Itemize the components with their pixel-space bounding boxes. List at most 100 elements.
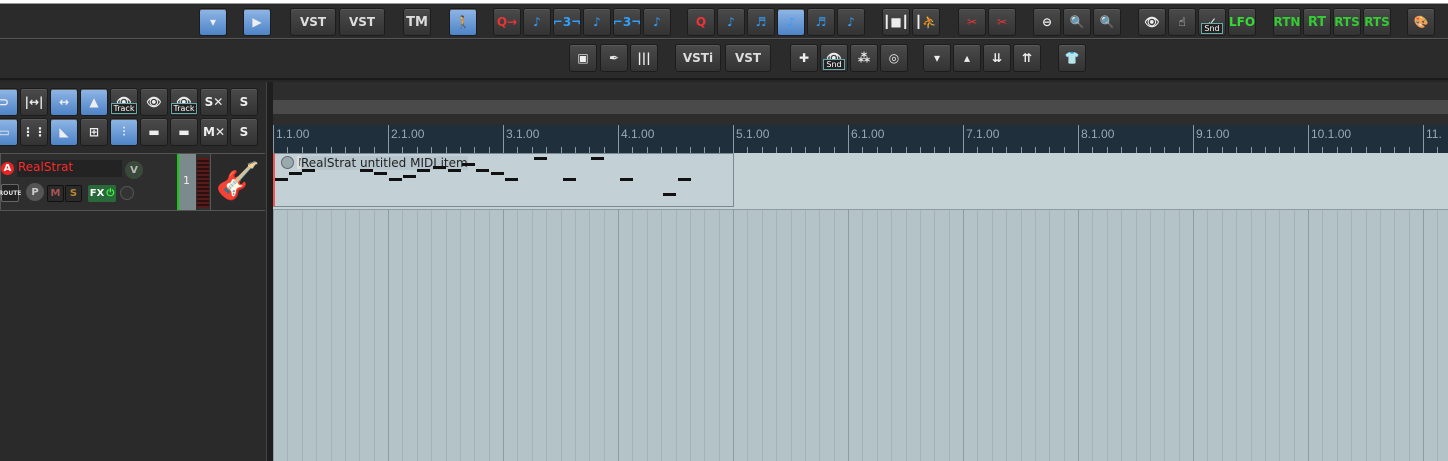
grid-triplet-button-1[interactable]: ♬ xyxy=(747,8,775,36)
snap-button[interactable]: |↔| xyxy=(20,88,48,116)
horizontal-scrollbar[interactable] xyxy=(273,100,1448,114)
note-button-1[interactable]: ♪ xyxy=(523,8,551,36)
vst-add-button[interactable]: VST xyxy=(725,44,771,72)
ruler-button[interactable]: ▭ xyxy=(0,118,18,146)
triplet-button-2[interactable]: ⌐3¬ xyxy=(613,8,641,36)
midi-note[interactable] xyxy=(417,169,431,172)
midi-note[interactable] xyxy=(533,157,547,160)
timeline-ruler[interactable]: 1.1.00 2.1.00 3.1.00 4.1.00 5.1.00 6.1.00 7.1.… xyxy=(273,125,1448,153)
rts-button-1[interactable]: RTS xyxy=(1333,8,1361,36)
eye-envelope-button[interactable]: 👁 xyxy=(1138,8,1166,36)
envelope-button[interactable]: ↔ xyxy=(50,88,78,116)
midi-note[interactable] xyxy=(490,172,504,175)
hanger-button[interactable]: 👕 xyxy=(1058,44,1086,72)
record-arm-button[interactable]: A xyxy=(1,162,14,175)
solo-clear-button[interactable]: S✕ xyxy=(200,88,228,116)
midi-note[interactable] xyxy=(275,178,288,181)
eye-send-button[interactable]: 👁 Snd xyxy=(820,44,848,72)
grid-note-button-2[interactable]: ♪ xyxy=(777,8,805,36)
node-button[interactable]: ⁂ xyxy=(850,44,878,72)
grid-note-button-1[interactable]: ♪ xyxy=(717,8,745,36)
midi-note[interactable] xyxy=(374,172,388,175)
midi-note[interactable] xyxy=(359,169,373,172)
rts-button-2[interactable]: RTS xyxy=(1363,8,1391,36)
add-media-button[interactable]: ✚ xyxy=(790,44,818,72)
marker-button[interactable]: ┃■┃ xyxy=(882,8,910,36)
grid-triplet-button-2[interactable]: ♬ xyxy=(807,8,835,36)
midi-item[interactable]: M RealStrat untitled MIDI item xyxy=(273,153,734,207)
folder-button[interactable]: ▬ xyxy=(140,118,168,146)
mute-button[interactable]: M xyxy=(47,185,64,202)
fx-button[interactable]: FX ⏻ xyxy=(88,185,116,202)
zoom-reset-button[interactable]: ⊖ xyxy=(1033,8,1061,36)
triplet-button-1[interactable]: ⌐3¬ xyxy=(553,8,581,36)
solo-d-button[interactable]: S xyxy=(230,118,258,146)
midi-note[interactable] xyxy=(302,169,316,172)
lfo-button[interactable]: LFO xyxy=(1228,8,1256,36)
midi-note[interactable] xyxy=(433,166,447,169)
note-button-2[interactable]: ♪ xyxy=(583,8,611,36)
send-check-button[interactable]: ✓ Snd xyxy=(1198,8,1226,36)
solo-a-button[interactable]: S xyxy=(230,88,258,116)
mixer-eye-button[interactable]: ⫶ xyxy=(110,118,138,146)
stretch-button[interactable]: ┃⛹ xyxy=(912,8,940,36)
midi-note[interactable] xyxy=(461,163,475,166)
dropdown-button[interactable]: ▾ xyxy=(199,8,227,36)
clapper-play-button[interactable]: ▶ xyxy=(243,8,271,36)
track-header[interactable]: A RealStrat V ROUTE P M S FX ⏻ 1 🎸 xyxy=(0,153,265,211)
zoom-box-button[interactable]: 🔍 xyxy=(1093,8,1121,36)
item-lock-icon[interactable] xyxy=(281,156,294,169)
phase-knob[interactable] xyxy=(120,186,134,200)
solo-button[interactable]: S xyxy=(65,185,82,202)
pan-knob[interactable]: P xyxy=(26,183,44,201)
ring-button[interactable]: ◎ xyxy=(880,44,908,72)
midi-note[interactable] xyxy=(402,175,416,178)
bars-button[interactable]: ||| xyxy=(630,44,658,72)
folder-collapse-button[interactable]: ▬ xyxy=(170,118,198,146)
volume-knob[interactable]: V xyxy=(125,161,143,179)
midi-note[interactable] xyxy=(388,178,402,181)
vst-button-1[interactable]: VST xyxy=(290,8,336,36)
show-track-green-button[interactable]: 👁 Track xyxy=(170,88,198,116)
scissors-button-2[interactable]: ✂ xyxy=(988,8,1016,36)
midi-note[interactable] xyxy=(505,178,518,181)
midi-note[interactable] xyxy=(476,169,490,172)
palette-button[interactable]: 🎨 xyxy=(1407,8,1435,36)
track-name[interactable]: RealStrat xyxy=(17,160,122,177)
move-up-button[interactable]: ▴ xyxy=(953,44,981,72)
rtn-button[interactable]: RTN xyxy=(1273,8,1301,36)
vsti-add-button[interactable]: VSTi xyxy=(675,44,721,72)
midi-note[interactable] xyxy=(591,157,605,160)
move-bottom-button[interactable]: ⇊ xyxy=(983,44,1011,72)
zoom-a-button[interactable]: 🔍 xyxy=(1063,8,1091,36)
midi-note[interactable] xyxy=(663,193,677,196)
scissors-button-1[interactable]: ✂ xyxy=(958,8,986,36)
show-mixer-button[interactable]: 👁 xyxy=(140,88,168,116)
midi-note[interactable] xyxy=(289,172,303,175)
ripple-button[interactable]: ◣ xyxy=(50,118,78,146)
group-button[interactable]: ⊞ xyxy=(80,118,108,146)
rt-button[interactable]: RT xyxy=(1303,8,1331,36)
show-track-button[interactable]: 👁 Track xyxy=(110,88,138,116)
midi-note[interactable] xyxy=(562,178,576,181)
loop-button[interactable]: ⊃ xyxy=(0,88,18,116)
quantize-button[interactable]: Q xyxy=(687,8,715,36)
route-button[interactable]: ROUTE xyxy=(0,184,21,202)
midi-note[interactable] xyxy=(620,178,633,181)
midi-note[interactable] xyxy=(447,169,461,172)
feather-button[interactable]: ✒ xyxy=(600,44,628,72)
midi-note[interactable] xyxy=(677,178,691,181)
note-button-3[interactable]: ♪ xyxy=(643,8,671,36)
move-down-button[interactable]: ▾ xyxy=(923,44,951,72)
move-top-button[interactable]: ⇈ xyxy=(1013,44,1041,72)
mute-clear-button[interactable]: M✕ xyxy=(200,118,228,146)
tm-button[interactable]: TM xyxy=(403,8,431,36)
vst-button-2[interactable]: VST xyxy=(339,8,385,36)
walk-button[interactable]: 🚶 xyxy=(449,8,477,36)
grid-note-button-3[interactable]: ♪ xyxy=(837,8,865,36)
metronome-button[interactable]: ▲ xyxy=(80,88,108,116)
hand-button[interactable]: ☝ xyxy=(1168,8,1196,36)
quantize-arrow-button[interactable]: Q→ xyxy=(493,8,521,36)
chip-info-button[interactable]: ▣ xyxy=(569,44,597,72)
grid-button[interactable]: ⋮⋮ xyxy=(20,118,48,146)
